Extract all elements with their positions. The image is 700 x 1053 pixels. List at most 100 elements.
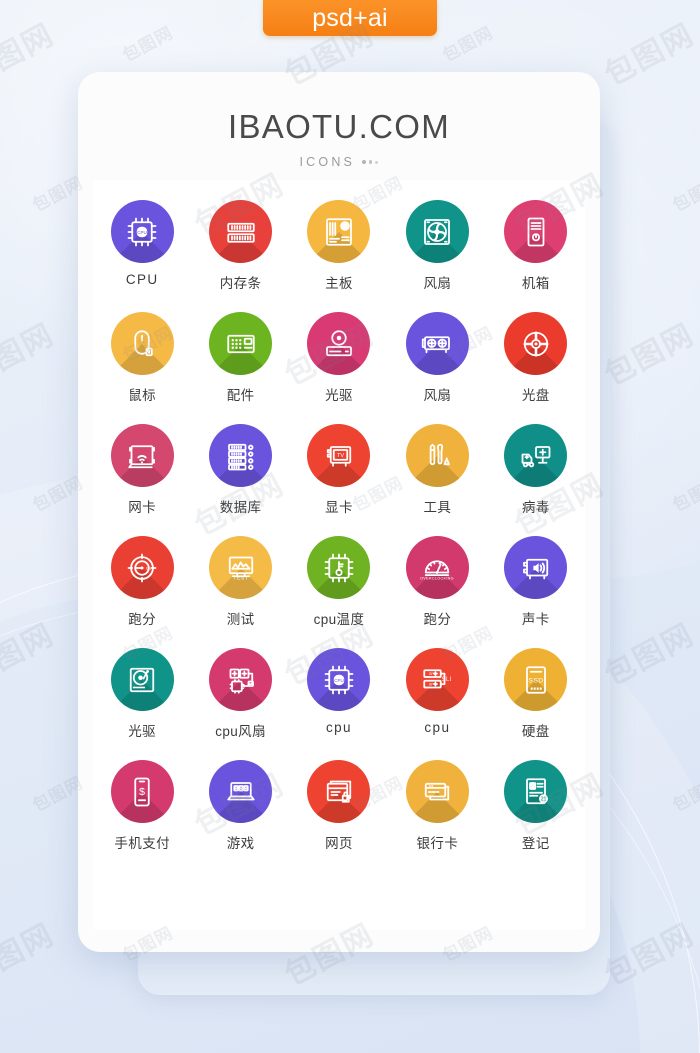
cpu-temperature-icon[interactable]: [307, 536, 371, 599]
icon-cell[interactable]: CPU CPU: [93, 200, 191, 292]
test-monitor-icon[interactable]: TEST: [209, 536, 273, 599]
icon-cell[interactable]: GPU GPU SLI cpu: [388, 648, 486, 740]
icon-cell[interactable]: 游戏: [191, 760, 289, 852]
icon-panel: CPU CPU 内存条 主板 风扇 机箱 鼠标 配件 光驱 风扇 光盘 网卡 数…: [93, 180, 585, 930]
icon-label: cpu风扇: [215, 724, 266, 739]
overclocking-icon[interactable]: OVERCLOCKING: [405, 536, 469, 599]
icon-cell[interactable]: 网卡: [93, 424, 191, 516]
cpu-chip-icon[interactable]: CPU: [110, 200, 174, 263]
svg-text:OVERCLOCKING: OVERCLOCKING: [420, 576, 454, 580]
icon-label: 游戏: [226, 836, 255, 851]
registration-icon[interactable]: 21: [504, 760, 568, 823]
tools-icon[interactable]: [405, 424, 469, 487]
icon-cell[interactable]: 21 登记: [487, 760, 585, 852]
icon-label: cpu: [424, 720, 451, 735]
icon-label: 数据库: [219, 500, 262, 515]
cpu-cooler-icon[interactable]: [209, 648, 273, 711]
icon-label: 机箱: [521, 276, 550, 291]
icon-cell[interactable]: 银行卡: [388, 760, 486, 852]
icon-cell[interactable]: 风扇: [388, 200, 486, 292]
icon-label: 银行卡: [416, 836, 459, 851]
icon-cell[interactable]: 内存条: [191, 200, 289, 292]
icon-label: 主板: [325, 276, 353, 291]
disc-icon[interactable]: [504, 312, 568, 375]
tv-card-icon[interactable]: TV: [307, 424, 371, 487]
network-card-icon[interactable]: [110, 424, 174, 487]
icon-label: 工具: [423, 500, 452, 515]
icon-cell[interactable]: 工具: [388, 424, 486, 516]
icon-cell[interactable]: 鼠标: [93, 312, 191, 404]
icon-cell[interactable]: cpu风扇: [191, 648, 289, 740]
icon-cell[interactable]: 光驱: [290, 312, 388, 404]
subtitle-row: ICONS: [78, 155, 600, 169]
icon-sheet-card: IBAOTU.COM ICONS CPU CPU 内存条 主板 风扇 机箱 鼠标: [78, 72, 600, 952]
memory-ram-icon[interactable]: [209, 200, 273, 263]
optical-drive-icon[interactable]: [307, 312, 371, 375]
icon-cell[interactable]: 病毒: [487, 424, 585, 516]
benchmark-dial-icon[interactable]: GB: [110, 536, 174, 599]
icon-cell[interactable]: cpu温度: [290, 536, 388, 628]
icon-label: 鼠标: [128, 388, 157, 403]
svg-text:SSD: SSD: [528, 677, 543, 684]
icon-label: CPU: [125, 272, 159, 287]
icon-label: 显卡: [325, 500, 353, 515]
svg-text:CPU: CPU: [137, 229, 147, 234]
bank-card-icon[interactable]: [405, 760, 469, 823]
icon-label: 光盘: [521, 388, 550, 403]
icon-cell[interactable]: OVERCLOCKING 跑分: [388, 536, 486, 628]
icon-label: 硬盘: [521, 724, 550, 739]
icon-label: 病毒: [521, 500, 550, 515]
svg-text:GB: GB: [146, 566, 152, 570]
cpu-chip-icon[interactable]: CPU: [307, 648, 371, 711]
icon-label: 网卡: [128, 500, 157, 515]
icon-cell[interactable]: $ 手机支付: [93, 760, 191, 852]
svg-text:TEST: TEST: [233, 575, 248, 581]
icon-label: 光驱: [325, 388, 353, 403]
icon-label: cpu: [326, 720, 352, 735]
webpage-icon[interactable]: [307, 760, 371, 823]
hard-disk-icon[interactable]: [110, 648, 174, 711]
icon-label: cpu温度: [313, 612, 365, 627]
icon-cell[interactable]: GB 跑分: [93, 536, 191, 628]
page-subtitle: ICONS: [299, 155, 356, 169]
case-fan-icon[interactable]: [405, 200, 469, 263]
icon-grid: CPU CPU 内存条 主板 风扇 机箱 鼠标 配件 光驱 风扇 光盘 网卡 数…: [93, 200, 585, 852]
motherboard-icon[interactable]: [307, 200, 371, 263]
computer-case-icon[interactable]: [504, 200, 568, 263]
accessories-icon[interactable]: [209, 312, 273, 375]
sound-card-icon[interactable]: [504, 536, 568, 599]
icon-label: 手机支付: [114, 836, 170, 851]
icon-cell[interactable]: 声卡: [487, 536, 585, 628]
icon-cell[interactable]: 数据库: [191, 424, 289, 516]
icon-cell[interactable]: 网页: [290, 760, 388, 852]
database-icon[interactable]: [209, 424, 273, 487]
icon-label: 测试: [226, 612, 255, 627]
icon-cell[interactable]: 风扇: [388, 312, 486, 404]
icon-cell[interactable]: 配件: [191, 312, 289, 404]
ssd-icon[interactable]: SSD: [504, 648, 568, 711]
gpu-fan-icon[interactable]: [405, 312, 469, 375]
svg-text:$: $: [139, 786, 145, 798]
sli-gpu-icon[interactable]: GPU GPU SLI: [405, 648, 469, 711]
icon-cell[interactable]: 主板: [290, 200, 388, 292]
svg-text:SLI: SLI: [442, 677, 452, 683]
icon-label: 风扇: [423, 276, 452, 291]
game-laptop-icon[interactable]: [209, 760, 273, 823]
icon-cell[interactable]: 光盘: [487, 312, 585, 404]
icon-cell[interactable]: TV 显卡: [290, 424, 388, 516]
icon-cell[interactable]: SSD 硬盘: [487, 648, 585, 740]
icon-label: 配件: [226, 388, 255, 403]
badge-label: psd+ai: [312, 3, 388, 32]
svg-text:TV: TV: [337, 452, 344, 458]
virus-rescue-icon[interactable]: [504, 424, 568, 487]
mouse-icon[interactable]: [110, 312, 174, 375]
mobile-payment-icon[interactable]: $: [110, 760, 174, 823]
psd-ai-badge: psd+ai: [263, 0, 437, 36]
icon-cell[interactable]: TEST 测试: [191, 536, 289, 628]
svg-text:CPU: CPU: [334, 677, 344, 682]
icon-cell[interactable]: 光驱: [93, 648, 191, 740]
icon-cell[interactable]: 机箱: [487, 200, 585, 292]
dots-icon: [362, 160, 379, 164]
icon-cell[interactable]: CPU cpu: [290, 648, 388, 740]
card-header: IBAOTU.COM ICONS: [78, 72, 600, 169]
